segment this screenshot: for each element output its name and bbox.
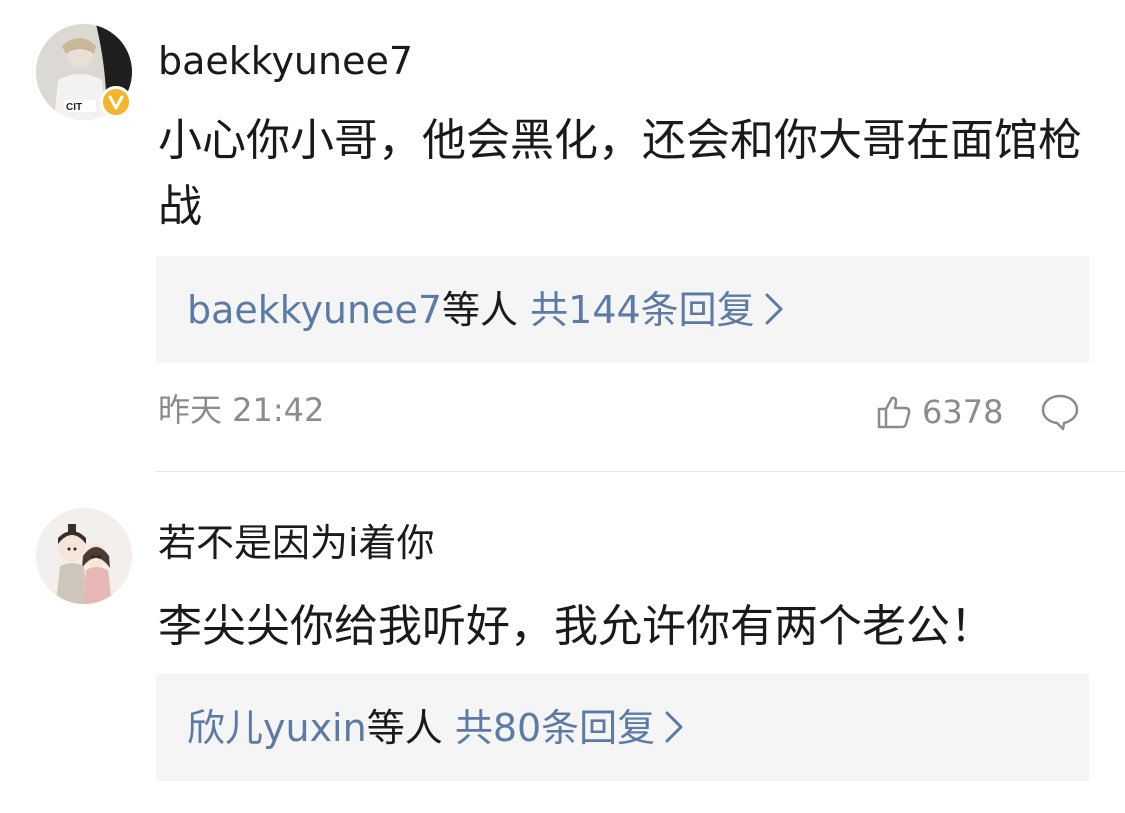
comment-username[interactable]: baekkyunee7 bbox=[158, 38, 413, 84]
reply-users-suffix: 等人 bbox=[366, 706, 443, 750]
comment-bubble-icon[interactable] bbox=[1040, 392, 1080, 432]
thumbs-up-icon bbox=[877, 396, 911, 429]
svg-text:CIT: CIT bbox=[66, 102, 82, 113]
reply-users[interactable]: baekkyunee7 bbox=[187, 288, 442, 332]
reply-preview-text: 欣儿yuxin等人 共80条回复 bbox=[187, 702, 689, 754]
reply-count[interactable]: 共80条回复 bbox=[455, 706, 655, 750]
reply-users[interactable]: 欣儿yuxin bbox=[187, 706, 367, 750]
comment-item: CIT baekkyunee7 小心你小哥，他会黑化，还会和你大哥在面馆枪战 b… bbox=[0, 0, 1125, 472]
comment-username[interactable]: 若不是因为i着你 bbox=[158, 520, 435, 566]
chevron-right-icon bbox=[665, 711, 683, 743]
reply-preview-text: baekkyunee7等人 共144条回复 bbox=[187, 284, 789, 336]
reply-preview[interactable]: baekkyunee7等人 共144条回复 bbox=[156, 256, 1089, 363]
reply-users-suffix: 等人 bbox=[442, 288, 519, 332]
comment-time: 昨天 21:42 bbox=[158, 391, 325, 429]
like-button[interactable]: 6378 bbox=[876, 392, 1003, 432]
verified-badge-icon bbox=[100, 86, 132, 118]
couple-avatar-icon bbox=[36, 508, 132, 604]
comment-content: 小心你小哥，他会黑化，还会和你大哥在面馆枪战 bbox=[158, 115, 1082, 232]
chevron-right-icon bbox=[765, 293, 783, 325]
user-avatar[interactable] bbox=[36, 508, 132, 604]
like-count: 6378 bbox=[922, 393, 1004, 431]
comment-item: 若不是因为i着你 李尖尖你给我听好，我允许你有两个老公！ 欣儿yuxin等人 共… bbox=[0, 472, 1125, 813]
reply-preview[interactable]: 欣儿yuxin等人 共80条回复 bbox=[156, 674, 1089, 781]
comment-content: 李尖尖你给我听好，我允许你有两个老公！ bbox=[158, 601, 994, 652]
reply-count[interactable]: 共144条回复 bbox=[530, 288, 755, 332]
